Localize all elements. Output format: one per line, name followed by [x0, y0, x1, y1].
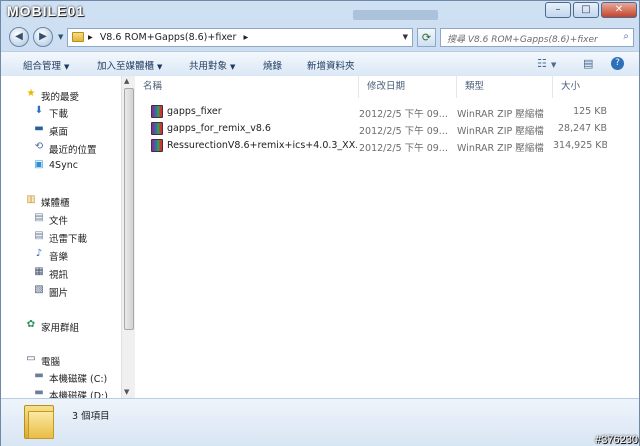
sidebar-item-label: 迅雷下載	[49, 234, 88, 245]
sidebar-item-label: 視訊	[49, 270, 69, 281]
sidebar-item-label: 桌面	[49, 127, 69, 138]
winrar-archive-icon	[151, 122, 163, 135]
sidebar-item-label: 下載	[49, 109, 69, 120]
include-library-menu[interactable]: 加入至媒體櫃 ▼	[97, 58, 162, 72]
search-placeholder: 搜尋 V8.6 ROM+Gapps(8.6)+fixer	[447, 35, 598, 45]
file-list: 名稱 修改日期 類型 大小 gapps_fixer 2012/2/5 下午 09…	[135, 76, 639, 398]
change-view-icon[interactable]: ☷	[537, 57, 547, 70]
breadcrumb-separator-end[interactable]: ▸	[243, 32, 248, 43]
watermark: #376230	[595, 434, 638, 446]
desktop-icon: ▬	[34, 123, 44, 134]
star-icon: ★	[26, 88, 36, 99]
scroll-up-arrow[interactable]: ▲	[124, 77, 129, 85]
download-icon: ⬇	[34, 105, 44, 116]
drive-icon: ▬	[34, 370, 44, 381]
sidebar-favorites-label: 我的最愛	[41, 92, 80, 103]
4sync-icon: ▣	[34, 159, 44, 170]
recent-pages-dropdown[interactable]: ▼	[58, 33, 63, 41]
address-bar[interactable]: ▸ V8.6 ROM+Gapps(8.6)+fixer ▸ ▼	[67, 28, 413, 47]
share-with-menu[interactable]: 共用對象 ▼	[189, 58, 235, 72]
winrar-archive-icon	[151, 139, 163, 152]
column-header-date[interactable]: 修改日期	[359, 76, 457, 98]
item-count: 3 個項目	[72, 411, 110, 422]
view-dropdown[interactable]: ▼	[551, 61, 556, 69]
computer-icon: ▭	[26, 353, 36, 364]
sidebar-item-label: 圖片	[49, 288, 69, 299]
file-type: WinRAR ZIP 壓縮檔	[457, 126, 544, 137]
table-row[interactable]: RessurectionV8.6+remix+ics+4.0.3_XX... 2…	[135, 138, 639, 155]
column-header-name[interactable]: 名稱	[135, 76, 359, 98]
refresh-button[interactable]: ⟳	[417, 28, 436, 47]
sidebar-libraries-label: 媒體櫃	[41, 198, 70, 209]
address-dropdown[interactable]: ▼	[403, 33, 408, 41]
music-icon: ♪	[35, 248, 43, 259]
sidebar-scrollbar[interactable]: ▲ ▼	[121, 76, 135, 398]
file-type: WinRAR ZIP 壓縮檔	[457, 143, 544, 154]
file-size: 314,925 KB	[553, 140, 607, 151]
explorer-window: MOBILE01 – □ ✕ ◀ ▶ ▼ ▸ V8.6 ROM+Gapps(8.…	[0, 0, 640, 446]
sidebar-computer-label: 電腦	[41, 357, 61, 368]
command-bar: 組合管理 ▼ 加入至媒體櫃 ▼ 共用對象 ▼ 燒錄 新增資料夾 ☷ ▼ ▤ ?	[1, 51, 639, 77]
close-button[interactable]: ✕	[601, 2, 637, 18]
new-folder-button[interactable]: 新增資料夾	[307, 58, 355, 72]
minimize-button[interactable]: –	[545, 2, 571, 18]
organize-label: 組合管理	[23, 61, 62, 72]
pictures-icon: ▧	[34, 284, 44, 295]
file-type: WinRAR ZIP 壓縮檔	[457, 109, 544, 120]
scroll-thumb[interactable]	[124, 88, 134, 330]
maximize-button[interactable]: □	[573, 2, 599, 18]
breadcrumb[interactable]: ▸ V8.6 ROM+Gapps(8.6)+fixer ▸	[88, 32, 248, 43]
folder-icon	[24, 405, 54, 439]
breadcrumb-folder[interactable]: V8.6 ROM+Gapps(8.6)+fixer	[100, 32, 237, 43]
sidebar-item-label: 音樂	[49, 252, 69, 263]
file-size: 125 KB	[573, 106, 607, 117]
documents-icon: ▤	[34, 212, 44, 223]
recent-places-icon: ⟲	[34, 141, 44, 152]
logo: MOBILE01	[7, 3, 86, 19]
back-button[interactable]: ◀	[9, 27, 29, 47]
organize-menu[interactable]: 組合管理 ▼	[23, 58, 69, 72]
search-icon[interactable]: ⌕	[623, 31, 629, 42]
breadcrumb-separator[interactable]: ▸	[88, 32, 93, 43]
blurred-title	[353, 10, 438, 20]
navigation-pane: ★ 我的最愛 ⬇ 下載 ▬ 桌面 ⟲ 最近的位置 ▣ 4Sync ▥ 媒體櫃 ▤…	[1, 76, 121, 402]
burn-button[interactable]: 燒錄	[263, 58, 282, 72]
file-name: gapps_for_remix_v8.6	[167, 123, 271, 134]
winrar-archive-icon	[151, 105, 163, 118]
column-header-size[interactable]: 大小	[553, 76, 639, 98]
folder-icon	[72, 32, 84, 42]
column-header-type[interactable]: 類型	[457, 76, 553, 98]
sidebar-item-label: 本機磁碟 (C:)	[49, 374, 108, 385]
title-bar[interactable]: MOBILE01 – □ ✕	[1, 1, 639, 23]
file-name: RessurectionV8.6+remix+ics+4.0.3_XX...	[167, 140, 357, 151]
scroll-down-arrow[interactable]: ▼	[124, 388, 129, 396]
sidebar-item-label: 文件	[49, 216, 69, 227]
share-with-label: 共用對象	[189, 61, 228, 72]
table-row[interactable]: gapps_for_remix_v8.6 2012/2/5 下午 09... W…	[135, 121, 639, 138]
table-row[interactable]: gapps_fixer 2012/2/5 下午 09... WinRAR ZIP…	[135, 104, 639, 121]
documents-icon: ▤	[34, 230, 44, 241]
library-icon: ▥	[26, 194, 36, 205]
sidebar-homegroup-label: 家用群組	[41, 323, 80, 334]
file-date: 2012/2/5 下午 09...	[359, 126, 447, 137]
details-pane: 3 個項目	[1, 398, 639, 446]
homegroup-icon: ✿	[26, 319, 36, 330]
file-date: 2012/2/5 下午 09...	[359, 143, 447, 154]
help-icon[interactable]: ?	[611, 57, 624, 70]
preview-pane-icon[interactable]: ▤	[583, 57, 593, 70]
file-date: 2012/2/5 下午 09...	[359, 109, 447, 120]
forward-button[interactable]: ▶	[33, 27, 53, 47]
address-row: ◀ ▶ ▼ ▸ V8.6 ROM+Gapps(8.6)+fixer ▸ ▼ ⟳ …	[1, 23, 639, 51]
sidebar-item-label: 4Sync	[49, 160, 78, 171]
file-name: gapps_fixer	[167, 106, 222, 117]
video-icon: ▦	[34, 266, 44, 277]
include-library-label: 加入至媒體櫃	[97, 61, 155, 72]
search-input[interactable]: 搜尋 V8.6 ROM+Gapps(8.6)+fixer ⌕	[440, 28, 634, 47]
file-size: 28,247 KB	[557, 123, 607, 134]
sidebar-item-label: 最近的位置	[49, 145, 97, 156]
